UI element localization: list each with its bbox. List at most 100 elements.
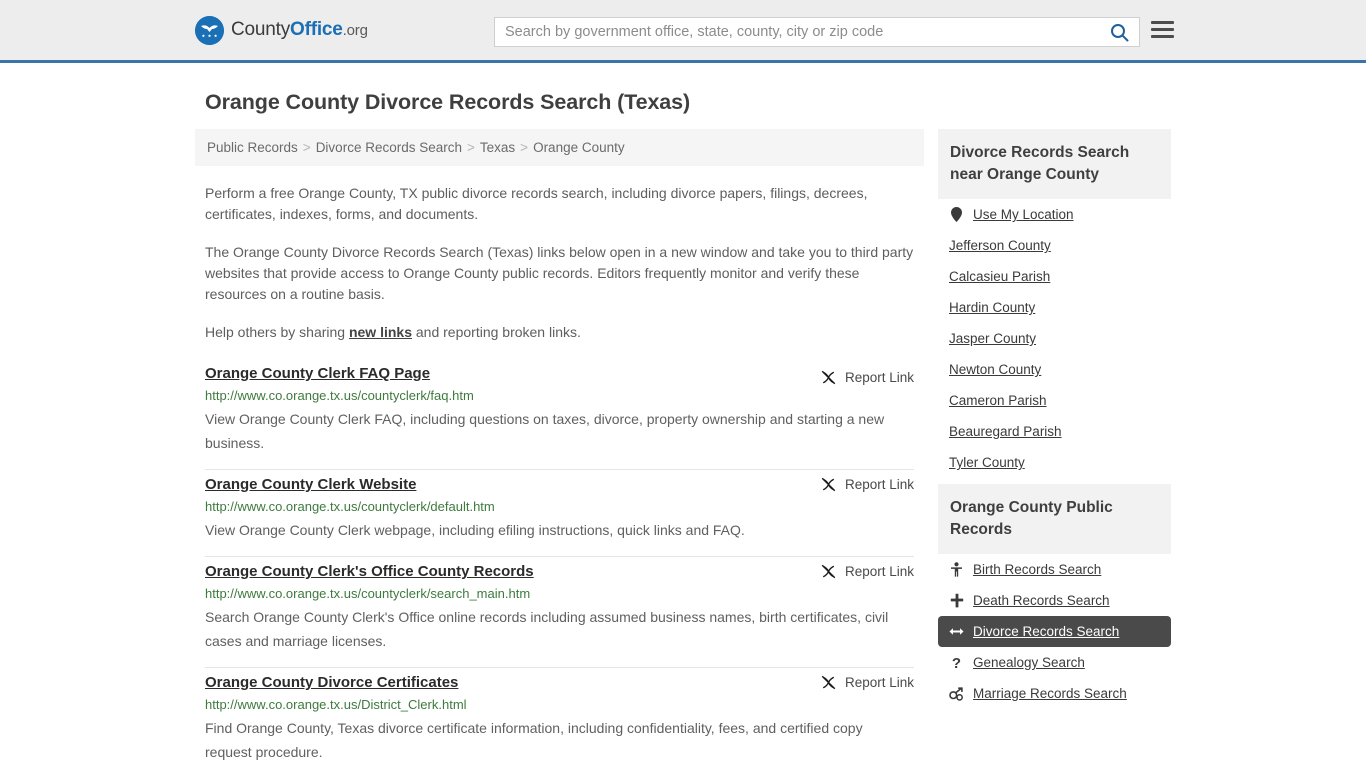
search-bar[interactable] <box>494 17 1140 47</box>
result-description: View Orange County Clerk FAQ, including … <box>205 411 885 451</box>
logo-text: CountyOffice.org <box>231 19 368 41</box>
result-url: http://www.co.orange.tx.us/countyclerk/f… <box>205 388 474 403</box>
logo-prefix: County <box>231 19 291 40</box>
result-item: Orange County Divorce Certificates Repor… <box>205 668 914 768</box>
male-female-icon <box>949 686 964 701</box>
content-row: Public Records > Divorce Records Search > Te… <box>195 129 1171 768</box>
report-link-button[interactable]: Report Link <box>820 674 914 691</box>
sidebar-near-item-label[interactable]: Use My Location <box>973 207 1074 222</box>
sidebar-public-records-item[interactable]: ? Genealogy Search <box>938 647 1171 678</box>
intro-p3-after: and reporting broken links. <box>412 324 581 340</box>
sidebar-near-item-label[interactable]: Beauregard Parish <box>949 424 1062 439</box>
breadcrumb-separator: > <box>467 140 475 155</box>
sidebar-near-item-label[interactable]: Newton County <box>949 362 1041 377</box>
report-link-button[interactable]: Report Link <box>820 563 914 580</box>
breadcrumb-item-divorce-records-search[interactable]: Divorce Records Search <box>316 140 462 155</box>
result-description: Search Orange County Clerk's Office onli… <box>205 609 889 649</box>
sidebar-public-records-item-label[interactable]: Genealogy Search <box>973 655 1085 670</box>
intro-section: Perform a free Orange County, TX public … <box>195 183 924 343</box>
location-pin-icon <box>951 207 962 222</box>
sidebar-near-item[interactable]: Calcasieu Parish <box>938 261 1171 292</box>
sidebar-near-item[interactable]: Hardin County <box>938 292 1171 323</box>
logo-tld: .org <box>342 22 368 39</box>
broken-link-icon <box>821 370 836 385</box>
intro-paragraph-3: Help others by sharing new links and rep… <box>205 322 914 343</box>
result-item: Orange County Clerk's Office County Reco… <box>205 557 914 668</box>
result-item: Orange County Clerk FAQ Page Report Link… <box>205 363 914 470</box>
site-header: CountyOffice.org <box>0 0 1366 63</box>
sidebar-near-item-label[interactable]: Cameron Parish <box>949 393 1047 408</box>
sidebar-near-item-label[interactable]: Jasper County <box>949 331 1036 346</box>
report-link-label: Report Link <box>844 564 914 579</box>
report-link-label: Report Link <box>844 370 914 385</box>
sidebar-near-item[interactable]: Tyler County <box>938 447 1171 478</box>
sidebar-near-item[interactable]: Use My Location <box>938 199 1171 230</box>
result-title-link[interactable]: Orange County Clerk's Office County Reco… <box>205 563 534 580</box>
result-url: http://www.co.orange.tx.us/District_Cler… <box>205 697 467 712</box>
sidebar-near-item[interactable]: Newton County <box>938 354 1171 385</box>
svg-text:?: ? <box>952 655 961 670</box>
sidebar-near-list: Use My Location Jefferson County Calcasieu… <box>938 199 1171 478</box>
intro-p3-before: Help others by sharing <box>205 324 349 340</box>
hamburger-bar <box>1151 28 1174 31</box>
hamburger-menu-icon[interactable] <box>1151 21 1174 38</box>
report-link-button[interactable]: Report Link <box>820 369 914 386</box>
hamburger-bar <box>1151 21 1174 24</box>
sidebar-near-item[interactable]: Jasper County <box>938 323 1171 354</box>
sidebar-public-records-item[interactable]: Birth Records Search <box>938 554 1171 585</box>
broken-link-icon <box>821 675 836 690</box>
page-container: Orange County Divorce Records Search (Te… <box>0 90 1366 768</box>
sidebar-public-records-list: Birth Records Search Death Records Search… <box>938 554 1171 709</box>
result-title-link[interactable]: Orange County Clerk FAQ Page <box>205 365 430 382</box>
sidebar-public-records-item-label[interactable]: Divorce Records Search <box>973 624 1119 639</box>
search-icon <box>1110 23 1128 41</box>
search-button[interactable] <box>1099 18 1139 46</box>
location-pin-icon <box>949 207 964 222</box>
cross-icon <box>949 593 964 608</box>
breadcrumb-item-orange-county[interactable]: Orange County <box>533 140 625 155</box>
sidebar-near-item[interactable]: Beauregard Parish <box>938 416 1171 447</box>
result-description: Find Orange County, Texas divorce certif… <box>205 720 863 760</box>
eagle-stars-icon <box>195 15 224 45</box>
baby-icon <box>949 562 964 577</box>
breadcrumb: Public Records > Divorce Records Search > Te… <box>195 129 924 166</box>
sidebar-near-item-label[interactable]: Hardin County <box>949 300 1035 315</box>
sidebar-near-panel: Divorce Records Search near Orange Count… <box>938 129 1171 478</box>
sidebar-near-item-label[interactable]: Calcasieu Parish <box>949 269 1050 284</box>
broken-link-icon <box>821 477 836 492</box>
sidebar-public-records-item[interactable]: Death Records Search <box>938 585 1171 616</box>
sidebar-near-item[interactable]: Jefferson County <box>938 230 1171 261</box>
result-url: http://www.co.orange.tx.us/countyclerk/s… <box>205 586 531 601</box>
sidebar-public-records-item[interactable]: Marriage Records Search <box>938 678 1171 709</box>
sidebar-public-records-panel: Orange County Public Records Birth Recor… <box>938 484 1171 709</box>
sidebar-near-item[interactable]: Cameron Parish <box>938 385 1171 416</box>
result-description: View Orange County Clerk webpage, includ… <box>205 522 745 538</box>
report-link-button[interactable]: Report Link <box>820 476 914 493</box>
sidebar-public-records-heading: Orange County Public Records <box>938 484 1171 554</box>
result-item: Orange County Clerk Website Report Link h… <box>205 470 914 557</box>
sidebar-public-records-item-label[interactable]: Death Records Search <box>973 593 1110 608</box>
broken-link-icon <box>821 564 836 579</box>
sidebar-near-item-label[interactable]: Tyler County <box>949 455 1025 470</box>
sidebar-public-records-item-label[interactable]: Birth Records Search <box>973 562 1101 577</box>
sidebar-near-item-label[interactable]: Jefferson County <box>949 238 1051 253</box>
result-title-link[interactable]: Orange County Divorce Certificates <box>205 674 458 691</box>
new-links-link[interactable]: new links <box>349 324 412 340</box>
breadcrumb-item-public-records[interactable]: Public Records <box>207 140 298 155</box>
search-input[interactable] <box>495 24 1099 40</box>
result-url: http://www.co.orange.tx.us/countyclerk/d… <box>205 499 495 514</box>
question-mark-icon: ? <box>949 655 964 670</box>
hamburger-bar <box>1151 35 1174 38</box>
sidebar-public-records-item-active[interactable]: Divorce Records Search <box>938 616 1171 647</box>
report-link-label: Report Link <box>844 477 914 492</box>
breadcrumb-separator: > <box>302 140 311 155</box>
logo-bold: Office <box>290 19 343 40</box>
result-title-link[interactable]: Orange County Clerk Website <box>205 476 416 493</box>
report-link-label: Report Link <box>844 675 914 690</box>
intro-paragraph-2: The Orange County Divorce Records Search… <box>205 244 914 302</box>
site-logo[interactable]: CountyOffice.org <box>195 15 368 45</box>
sidebar-public-records-item-label[interactable]: Marriage Records Search <box>973 686 1127 701</box>
breadcrumb-item-texas[interactable]: Texas <box>480 140 515 155</box>
main-column: Public Records > Divorce Records Search > Te… <box>195 129 924 768</box>
intro-paragraph-1: Perform a free Orange County, TX public … <box>205 185 868 222</box>
